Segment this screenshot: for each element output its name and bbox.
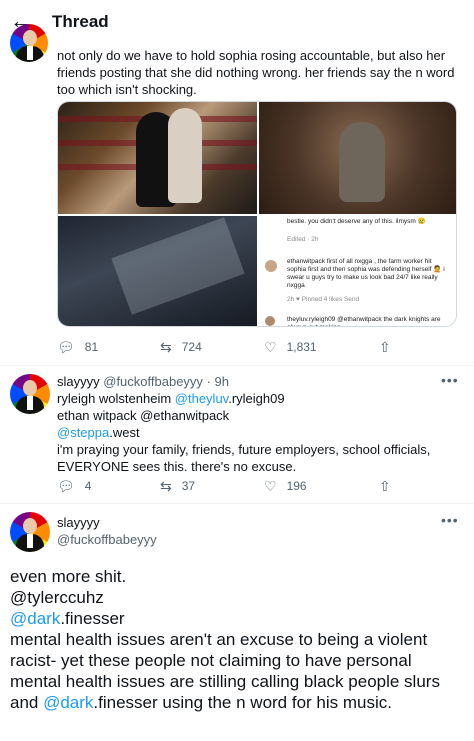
like-count: 196 — [286, 479, 307, 493]
commenter-avatar — [265, 260, 277, 272]
divider — [0, 503, 474, 504]
share-button[interactable]: ⇧ — [379, 339, 391, 355]
more-options-icon[interactable]: ••• — [441, 512, 459, 528]
mention-link[interactable]: @steppa — [57, 425, 109, 440]
tweet-text: ryleigh wolstenheim @theyluv.ryleigh09 e… — [57, 390, 457, 475]
mention-suffix: .west — [109, 425, 140, 440]
tweet-text: even more shit. @tylerccuhz @dark.finess… — [10, 566, 460, 713]
mention-line: ethan witpack @ethanwitpack — [57, 408, 230, 423]
page-title: Thread — [52, 12, 109, 31]
avatar[interactable] — [10, 374, 50, 414]
share-button[interactable]: ⇧ — [379, 478, 391, 494]
media-photo-store[interactable] — [58, 102, 257, 214]
like-button[interactable]: ♡ 196 — [264, 478, 307, 494]
screenshot-line: Edited · 2h — [287, 236, 319, 243]
retweet-icon: ⇆ — [160, 339, 172, 355]
commenter-avatar — [265, 316, 275, 326]
retweet-icon: ⇆ — [160, 478, 172, 494]
mention-link[interactable]: @theyluv — [175, 391, 228, 406]
reply-button[interactable]: 💬︎ 81 — [57, 339, 98, 355]
reply-count: 4 — [84, 479, 92, 493]
reply-icon: 💬︎ — [57, 478, 75, 494]
mention-link[interactable]: @dark — [10, 609, 60, 628]
media-photo-dark[interactable] — [58, 216, 257, 326]
reply-button[interactable]: 💬︎ 4 — [57, 478, 91, 494]
display-name[interactable]: slayyyy — [57, 374, 100, 389]
retweet-button[interactable]: ⇆ 37 — [160, 478, 195, 494]
tweet-author-line: slayyyy @fuckoffbabeyyy · 9h — [57, 373, 417, 390]
screenshot-line: bestie. you didn't deserve any of this. … — [287, 218, 426, 225]
mention-name: ryleigh wolstenheim — [57, 391, 175, 406]
retweet-count: 37 — [181, 479, 196, 493]
tweet-text: not only do we have to hold sophia rosin… — [57, 48, 455, 97]
heart-icon: ♡ — [264, 339, 277, 355]
thread-header: ← Thread — [0, 0, 474, 44]
screenshot-line: theyluv.ryleigh09 @ethanwitpack the dark… — [287, 316, 441, 326]
reply-count: 81 — [84, 340, 99, 354]
retweet-count: 724 — [181, 340, 202, 354]
media-screenshot-comments[interactable]: bestie. you didn't deserve any of this. … — [259, 216, 456, 326]
screenshot-line: ethanwitpack first of all nxgga , the fa… — [287, 258, 445, 289]
share-icon: ⇧ — [379, 478, 391, 494]
display-name[interactable]: slayyyy — [57, 514, 100, 531]
tweet-line: even more shit. — [10, 567, 127, 586]
mention-suffix: .ryleigh09 — [228, 391, 285, 406]
media-photo-elevator[interactable] — [259, 102, 456, 214]
mention-link[interactable]: @dark — [43, 693, 93, 712]
retweet-button[interactable]: ⇆ 724 — [160, 339, 202, 355]
handle[interactable]: @fuckoffbabeyyy — [57, 531, 157, 548]
tweet-body: .finesser using the n word for his music… — [93, 693, 392, 712]
like-count: 1,831 — [286, 340, 317, 354]
divider — [0, 365, 474, 366]
tweet-actions: 💬︎ 4 ⇆ 37 ♡ 196 ⇧ — [57, 478, 397, 496]
tweet-media-grid[interactable]: bestie. you didn't deserve any of this. … — [57, 101, 457, 327]
tweet-line: @tylerccuhz — [10, 588, 104, 607]
share-icon: ⇧ — [379, 339, 391, 355]
handle-time[interactable]: @fuckoffbabeyyy · 9h — [103, 374, 229, 389]
reply-icon: 💬︎ — [57, 339, 75, 355]
avatar[interactable] — [10, 512, 50, 552]
heart-icon: ♡ — [264, 478, 277, 494]
mention-suffix: .finesser — [60, 609, 125, 628]
screenshot-line: 2h ♥ Pinned 4 likes Send — [287, 296, 360, 303]
tweet-body: i'm praying your family, friends, future… — [57, 442, 431, 474]
tweet-actions: 💬︎ 81 ⇆ 724 ♡ 1,831 ⇧ — [57, 339, 397, 357]
avatar[interactable] — [10, 24, 48, 62]
more-options-icon[interactable]: ••• — [441, 372, 459, 388]
like-button[interactable]: ♡ 1,831 — [264, 339, 317, 355]
